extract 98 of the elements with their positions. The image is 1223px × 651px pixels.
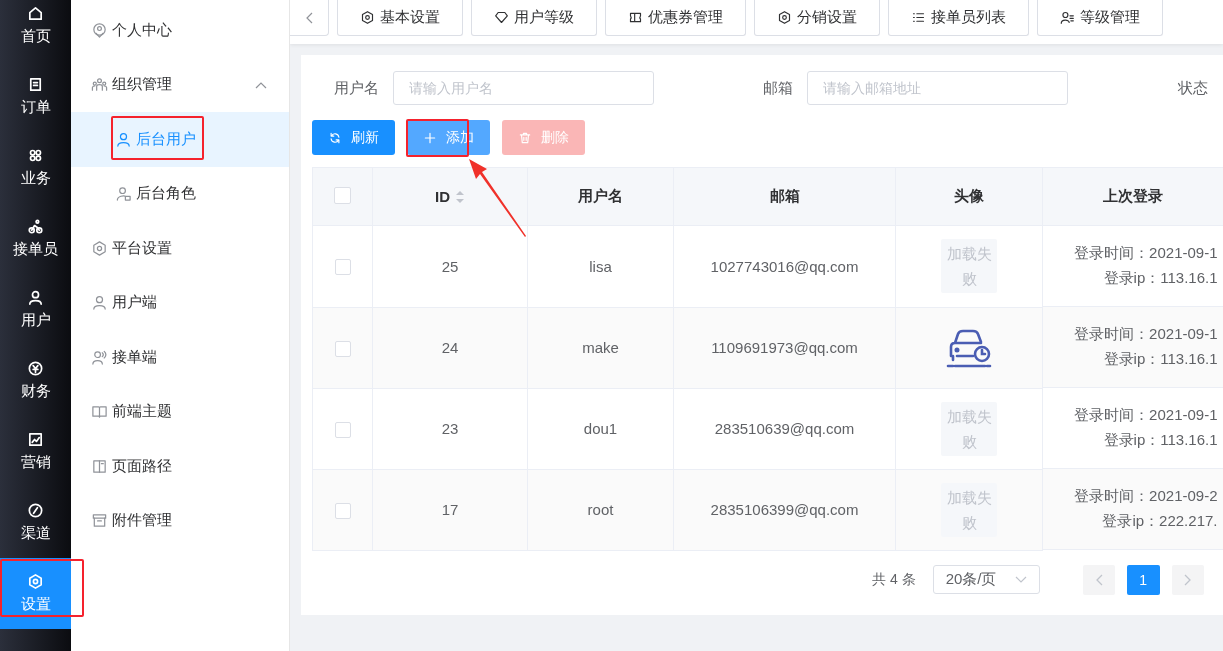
- select-all-checkbox[interactable]: [334, 186, 351, 204]
- table-cell: 1109691973@qq.com: [711, 339, 858, 356]
- input-field[interactable]: 请输入邮箱地址: [807, 71, 1068, 105]
- menu-item[interactable]: 用户端: [71, 275, 289, 330]
- field-label: 状态: [1178, 78, 1208, 98]
- ticket-icon: [628, 10, 643, 25]
- user-signal-icon: [91, 348, 108, 366]
- settings-icon: [27, 573, 44, 590]
- nav-item[interactable]: 财务: [0, 345, 71, 416]
- table-cell: 1027743016@qq.com: [710, 257, 859, 275]
- menu-item[interactable]: 前端主题: [71, 384, 289, 439]
- column-header: 邮箱: [769, 187, 800, 206]
- link-icon: [27, 502, 44, 519]
- row-checkbox[interactable]: [334, 421, 351, 438]
- column-header: 用户名: [578, 187, 623, 206]
- nav-item[interactable]: 接单员: [0, 203, 71, 274]
- plus-icon: [423, 130, 437, 145]
- team-icon: [91, 76, 108, 94]
- diamond-icon: [494, 10, 509, 25]
- chevron-left-icon: [1094, 573, 1103, 586]
- table-cell: 登录时间：2021-09-2: [1074, 487, 1218, 506]
- field-label: 邮箱: [763, 78, 793, 98]
- table-cell: 24: [441, 339, 459, 356]
- location-icon: [91, 21, 108, 39]
- table-cell: 登录ip：113.16.1: [1103, 350, 1218, 369]
- tab[interactable]: 接单员列表: [888, 0, 1029, 36]
- nav-item[interactable]: 渠道: [0, 487, 71, 558]
- table-cell: 登录ip：113.16.1: [1103, 431, 1218, 450]
- next-page-button[interactable]: [1171, 564, 1204, 595]
- table-cell: 17: [441, 501, 459, 518]
- nav-item[interactable]: 营销: [0, 416, 71, 487]
- user-list-icon: [1060, 10, 1075, 25]
- grid-icon: [27, 147, 44, 164]
- user-lock-icon: [115, 185, 132, 203]
- tab[interactable]: 优惠券管理: [605, 0, 746, 36]
- user-icon: [91, 294, 108, 312]
- table-cell: lisa: [589, 257, 612, 275]
- total-count: 共 4 条: [872, 570, 916, 589]
- chevron-right-icon: [1183, 573, 1192, 586]
- field-label: 用户名: [334, 78, 379, 98]
- settings-icon: [777, 10, 792, 25]
- tab[interactable]: 用户等级: [471, 0, 597, 36]
- table-cell: 2835106399@qq.com: [710, 501, 859, 518]
- table-cell: 25: [441, 257, 459, 275]
- menu-item[interactable]: 附件管理: [71, 493, 289, 548]
- archive-icon: [91, 512, 108, 530]
- table-cell: 登录ip：113.16.1: [1103, 269, 1218, 288]
- trash-icon: [518, 130, 532, 145]
- table-cell: 23: [441, 420, 459, 437]
- user-icon: [27, 289, 44, 306]
- refresh-icon: [328, 130, 342, 145]
- table-cell: 登录时间：2021-09-1: [1074, 244, 1218, 263]
- chart-icon: [27, 431, 44, 448]
- menu-item[interactable]: 个人中心: [71, 3, 289, 58]
- table-cell: dou1: [583, 420, 618, 437]
- settings-icon: [360, 10, 375, 25]
- tab[interactable]: 基本设置: [337, 0, 463, 36]
- nav-item[interactable]: 首页: [0, 0, 71, 61]
- table-cell: 登录时间：2021-09-1: [1074, 325, 1218, 344]
- tab[interactable]: 分销设置: [754, 0, 880, 36]
- row-checkbox[interactable]: [334, 340, 351, 357]
- submenu-item[interactable]: 后台角色: [71, 166, 289, 221]
- settings-icon: [91, 239, 108, 257]
- table-cell: 283510639@qq.com: [714, 420, 855, 437]
- chevron-down-icon: [1014, 575, 1027, 584]
- row-checkbox[interactable]: [334, 502, 351, 519]
- menu-item[interactable]: 页面路径: [71, 439, 289, 494]
- list-icon: [911, 10, 926, 25]
- chevron-left-icon: [305, 11, 313, 24]
- cyclist-icon: [27, 218, 44, 235]
- coin-icon: [27, 360, 44, 377]
- input-field[interactable]: 请输入用户名: [393, 71, 654, 105]
- layout-icon: [91, 457, 108, 475]
- page-size-select[interactable]: 20条/页: [932, 565, 1040, 594]
- table-cell: 登录时间：2021-09-1: [1074, 406, 1218, 425]
- car-clock-icon: [945, 327, 993, 368]
- menu-item[interactable]: 组织管理: [71, 57, 289, 112]
- column-header: 上次登录: [1103, 187, 1163, 206]
- column-header[interactable]: ID: [435, 188, 465, 205]
- menu-item[interactable]: 平台设置: [71, 221, 289, 276]
- user-icon: [115, 130, 132, 148]
- menu-item[interactable]: 接单端: [71, 330, 289, 385]
- book-icon: [91, 403, 108, 421]
- previous-page-button[interactable]: [1082, 564, 1115, 595]
- row-checkbox[interactable]: [334, 259, 351, 276]
- table-cell: make: [582, 339, 619, 356]
- document-icon: [27, 76, 44, 93]
- nav-item[interactable]: 用户: [0, 274, 71, 345]
- home-icon: [27, 5, 44, 22]
- chevron-up-icon: [255, 80, 267, 89]
- tab[interactable]: 等级管理: [1037, 0, 1163, 36]
- nav-item[interactable]: 订单: [0, 61, 71, 132]
- column-header: 头像: [954, 187, 984, 206]
- nav-item[interactable]: 业务: [0, 132, 71, 203]
- sort-icon[interactable]: [455, 189, 465, 204]
- scroll-left-button[interactable]: [290, 0, 329, 36]
- table-cell: 登录ip：222.217.: [1102, 512, 1218, 531]
- table-cell: root: [587, 501, 614, 518]
